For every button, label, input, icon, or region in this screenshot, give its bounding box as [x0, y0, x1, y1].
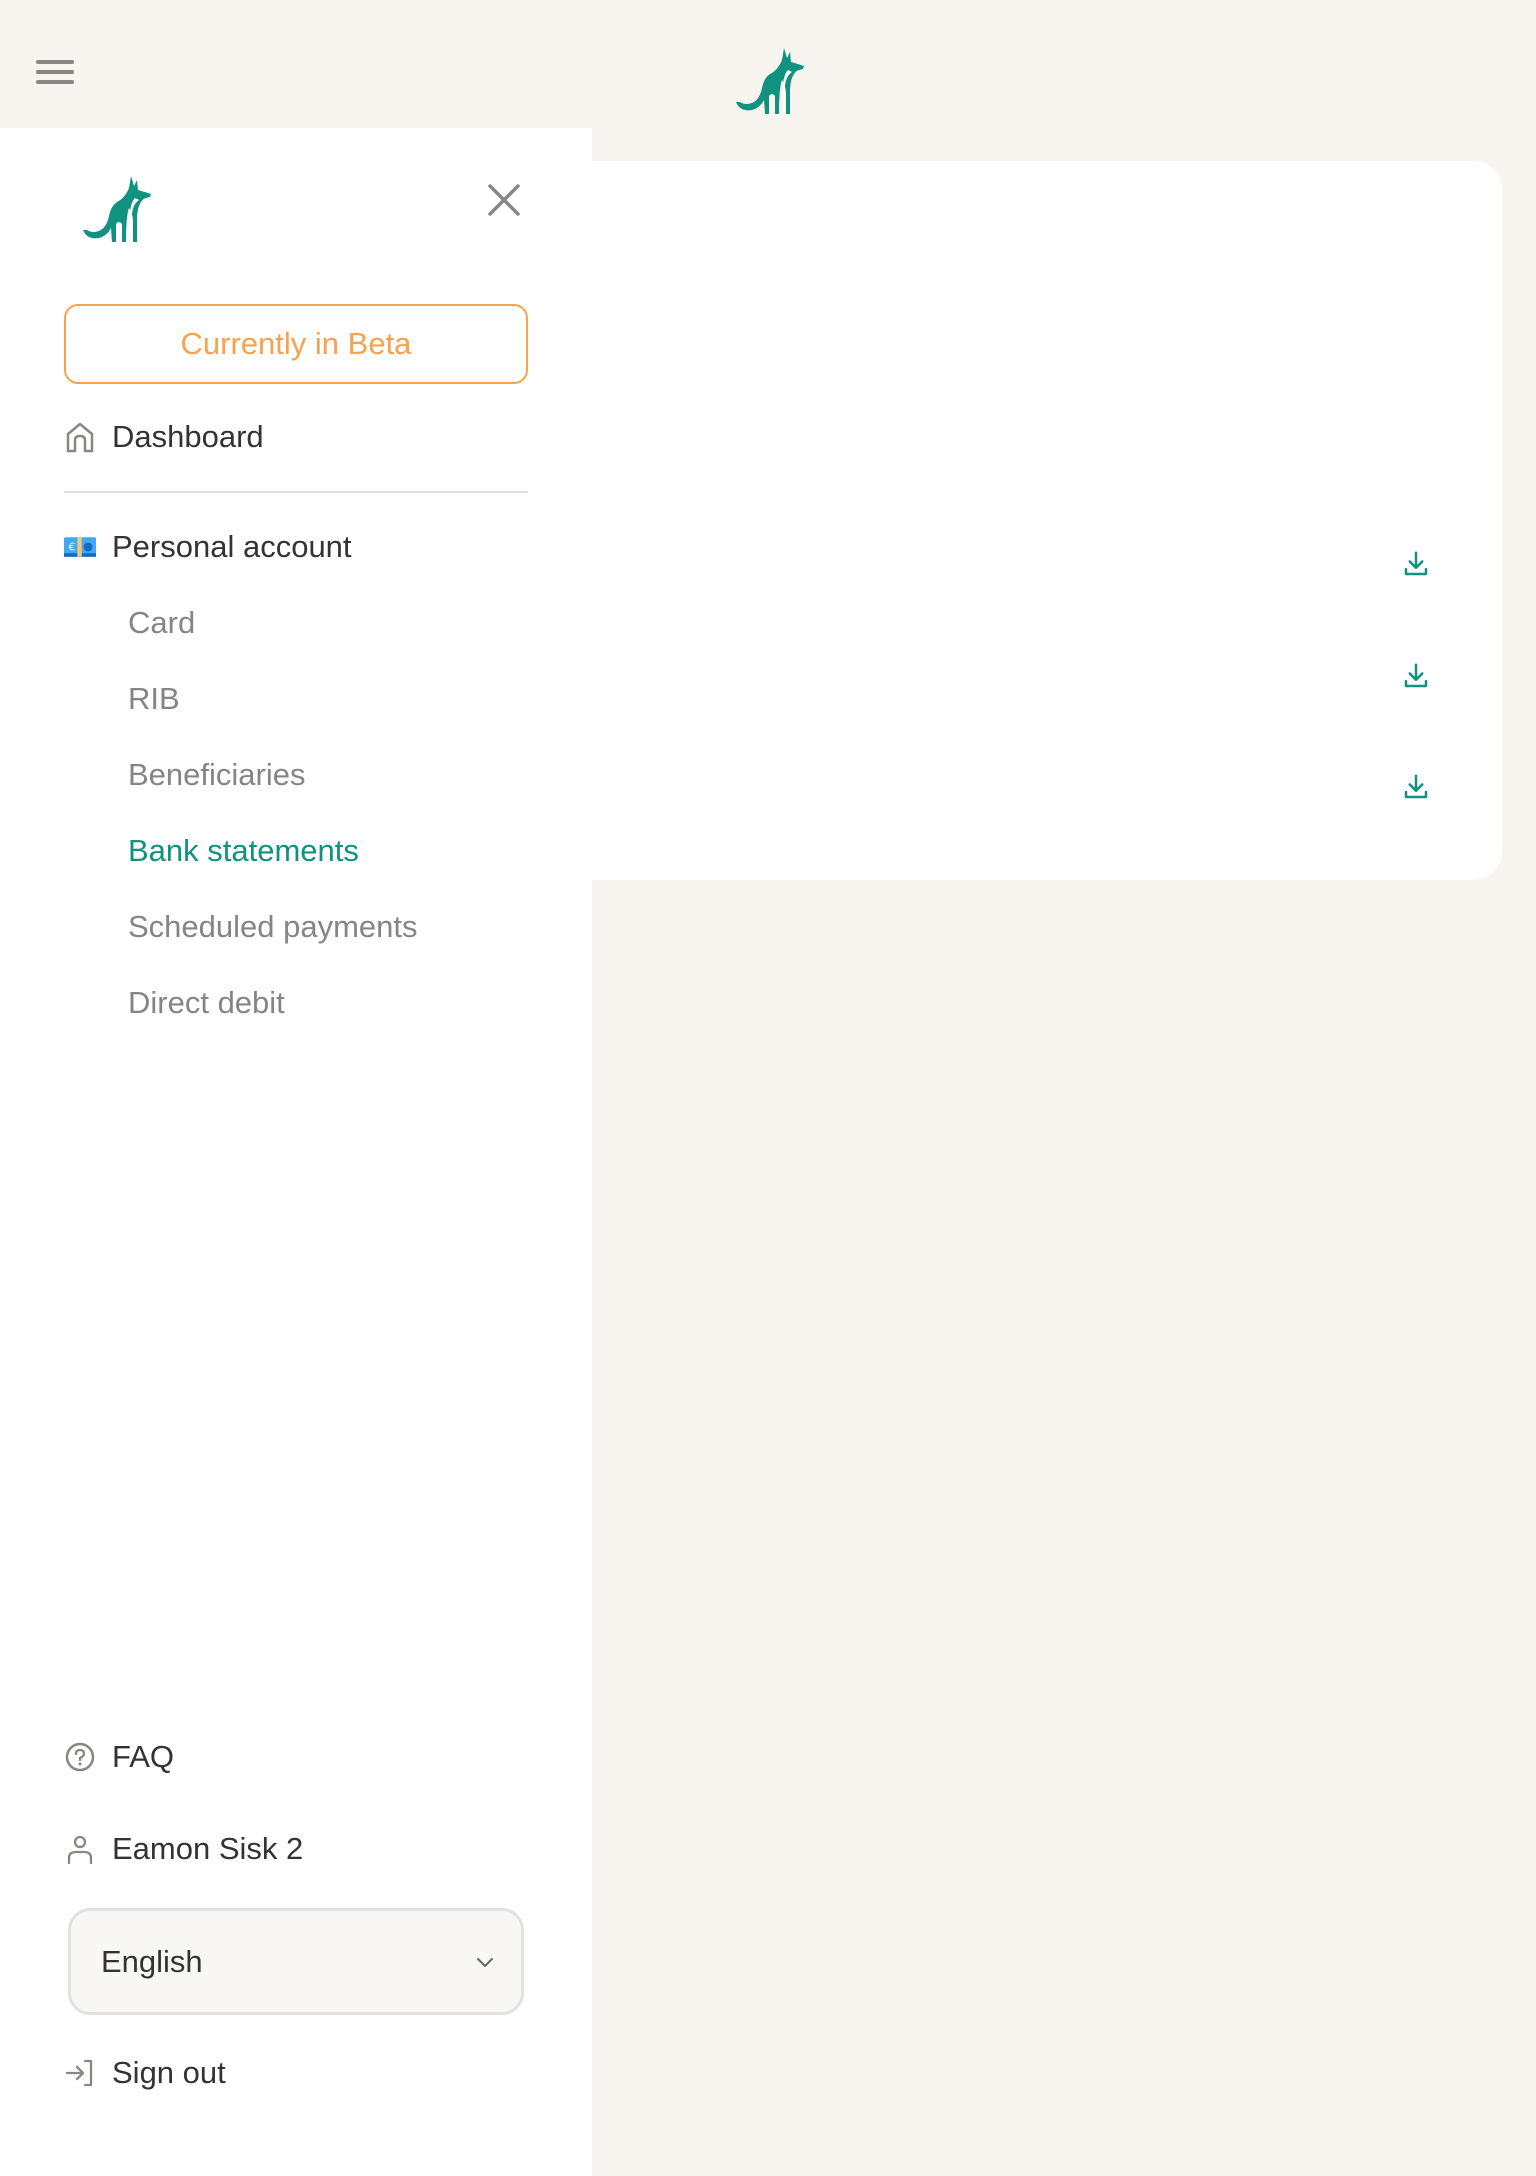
sub-item-card[interactable]: Card: [128, 600, 195, 646]
nav-item-label: Dashboard: [112, 419, 264, 454]
download-icon: [1404, 774, 1428, 799]
download-icon: [1404, 663, 1428, 688]
sub-item-beneficiaries[interactable]: Beneficiaries: [128, 752, 305, 798]
language-select[interactable]: English: [68, 1908, 524, 2015]
download-statement-button[interactable]: [1394, 542, 1438, 586]
svg-text:€: €: [68, 541, 75, 554]
sign-out-button[interactable]: Sign out: [64, 2048, 226, 2098]
fox-logo-icon[interactable]: [70, 172, 162, 244]
nav-item-label: Eamon Sisk 2: [112, 1831, 304, 1866]
sub-item-direct-debit[interactable]: Direct debit: [128, 980, 285, 1026]
nav-item-label: Sign out: [112, 2055, 226, 2090]
sign-out-icon: [64, 2057, 96, 2089]
close-drawer-button[interactable]: [484, 180, 524, 220]
beta-badge-button[interactable]: Currently in Beta: [64, 304, 528, 384]
nav-section-label: Personal account: [112, 529, 352, 564]
navigation-drawer: Currently in Beta Dashboard € Personal a…: [0, 128, 592, 2176]
sub-item-rib[interactable]: RIB: [128, 676, 180, 722]
download-icon: [1404, 551, 1428, 576]
hamburger-icon-line: [36, 70, 74, 74]
nav-item-label: FAQ: [112, 1739, 175, 1774]
top-bar: [0, 0, 1536, 128]
divider: [64, 491, 528, 493]
help-circle-icon: [64, 1741, 96, 1773]
download-statement-button[interactable]: [1394, 654, 1438, 698]
hamburger-icon: [36, 60, 74, 64]
fox-logo-icon[interactable]: [724, 44, 814, 116]
nav-item-faq[interactable]: FAQ: [64, 1732, 174, 1782]
chevron-down-icon: [477, 1957, 493, 1967]
nav-item-user-profile[interactable]: Eamon Sisk 2: [64, 1824, 303, 1874]
hamburger-menu-button[interactable]: [34, 54, 78, 90]
nav-item-dashboard[interactable]: Dashboard: [64, 412, 264, 462]
language-select-value: English: [101, 1943, 203, 1979]
home-icon: [64, 421, 96, 453]
download-statement-button[interactable]: [1394, 765, 1438, 809]
user-icon: [64, 1833, 96, 1865]
euro-banknote-icon: €: [64, 531, 96, 563]
bank-statements-card: [560, 161, 1502, 880]
close-icon: [488, 184, 520, 216]
sub-item-bank-statements[interactable]: Bank statements: [128, 828, 359, 874]
nav-section-personal-account[interactable]: € Personal account: [64, 522, 352, 572]
hamburger-icon-line: [36, 80, 74, 84]
sub-item-scheduled-payments[interactable]: Scheduled payments: [128, 904, 418, 950]
